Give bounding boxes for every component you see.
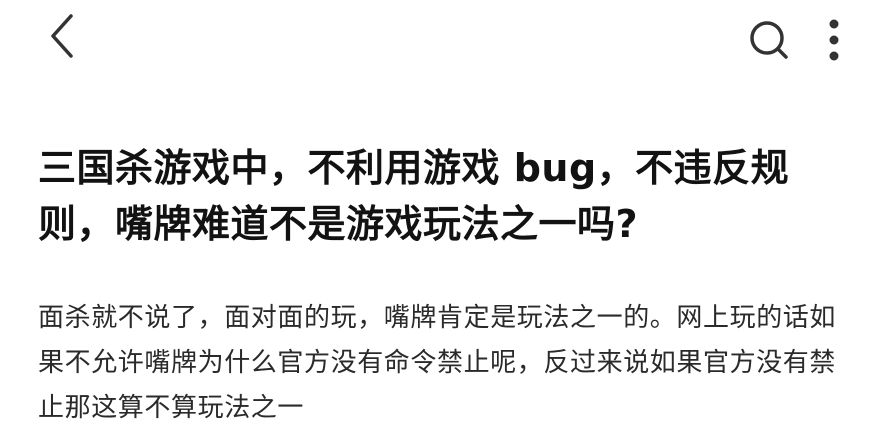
search-button[interactable] [744, 14, 796, 66]
more-vertical-icon [829, 19, 839, 61]
answer-content[interactable]: 面杀就不说了，面对面的玩，嘴牌肯定是玩法之一的。网上玩的话如果不允许嘴牌为什么官… [38, 296, 858, 431]
back-button[interactable] [38, 12, 86, 60]
search-icon [750, 21, 788, 59]
top-bar [0, 0, 889, 80]
more-button[interactable] [816, 12, 852, 68]
chevron-left-icon [51, 14, 73, 58]
question-title[interactable]: 三国杀游戏中，不利用游戏 bug，不违反规则，嘴牌难道不是游戏玩法之一吗? [38, 140, 848, 252]
